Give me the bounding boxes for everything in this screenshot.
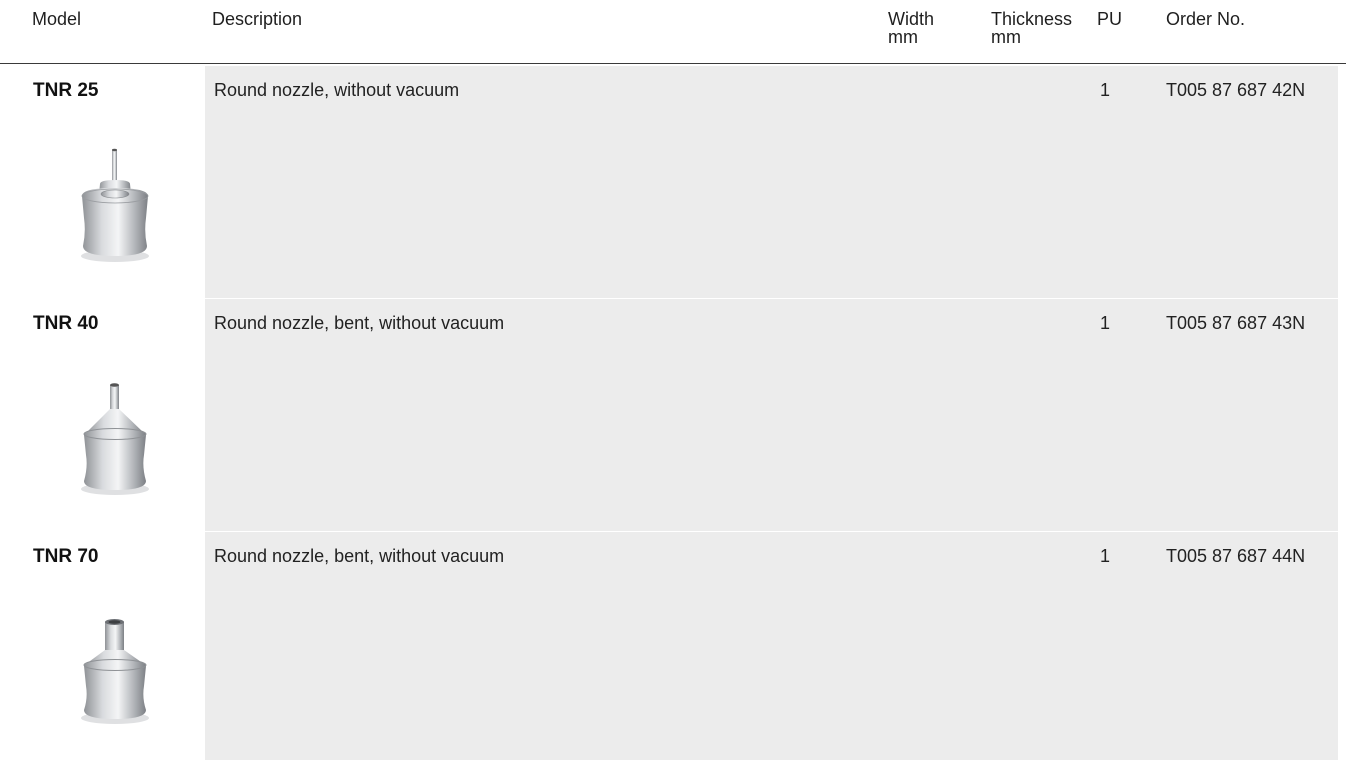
row-description: Round nozzle, without vacuum bbox=[214, 80, 460, 100]
column-header-thickness: Thickness mm bbox=[991, 10, 1072, 46]
column-header-order-no: Order No. bbox=[1166, 9, 1246, 29]
round-nozzle-wide-tip-icon bbox=[81, 619, 149, 724]
row-order-no: T005 87 687 44N bbox=[1166, 546, 1306, 566]
row-model: TNR 25 bbox=[33, 80, 99, 101]
column-header-model: Model bbox=[32, 9, 82, 29]
row-pu: 1 bbox=[1100, 546, 1111, 566]
round-nozzle-thin-tip-icon bbox=[81, 148, 149, 262]
table-row: TNR 40 Round nozzle, bent, without vacuu… bbox=[0, 299, 1346, 531]
row-pu: 1 bbox=[1100, 313, 1111, 333]
column-header-thickness-unit: mm bbox=[991, 27, 1021, 47]
row-model: TNR 40 bbox=[33, 313, 99, 334]
row-description: Round nozzle, bent, without vacuum bbox=[214, 313, 505, 333]
row-pu: 1 bbox=[1100, 80, 1111, 100]
row-description: Round nozzle, bent, without vacuum bbox=[214, 546, 505, 566]
column-header-thickness-label: Thickness bbox=[991, 9, 1073, 29]
row-order-no: T005 87 687 43N bbox=[1166, 313, 1306, 333]
column-header-description: Description bbox=[212, 9, 303, 29]
column-header-width: Width mm bbox=[888, 10, 934, 46]
table-row: TNR 25 Round nozzle, without vacuum 1 T0… bbox=[0, 66, 1346, 298]
row-model: TNR 70 bbox=[33, 546, 99, 567]
row-order-no: T005 87 687 42N bbox=[1166, 80, 1306, 100]
column-header-pu: PU bbox=[1097, 9, 1123, 29]
table-header: Model Description Width mm Thickness mm … bbox=[0, 0, 1346, 64]
table-row: TNR 70 Round nozzle, bent, without vacuu… bbox=[0, 532, 1346, 760]
column-header-width-unit: mm bbox=[888, 27, 918, 47]
round-nozzle-conical-tip-icon bbox=[81, 383, 149, 495]
column-header-width-label: Width bbox=[888, 9, 935, 29]
